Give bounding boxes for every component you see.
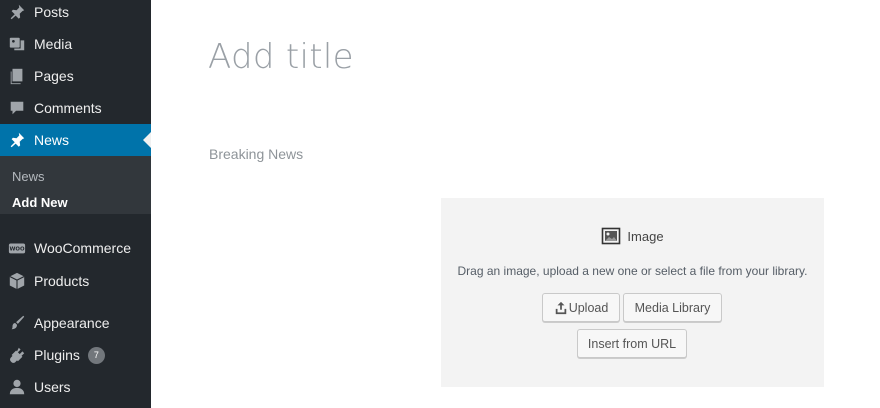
- paragraph-block[interactable]: Breaking News: [209, 146, 303, 162]
- sidebar-item-label: Posts: [34, 4, 70, 20]
- upload-button-label: Upload: [568, 300, 609, 315]
- image-icon: [602, 227, 621, 245]
- sidebar-item-plugins[interactable]: Plugins 7: [0, 339, 151, 371]
- sidebar-item-label: Users: [34, 379, 71, 395]
- plugin-icon: [7, 345, 27, 365]
- sidebar-item-users[interactable]: Users: [0, 371, 151, 403]
- upload-button[interactable]: Upload: [542, 293, 620, 322]
- post-title-input[interactable]: [208, 32, 808, 82]
- sidebar-item-woocommerce[interactable]: WOO WooCommerce: [0, 232, 151, 264]
- sidebar-item-label: Products: [34, 273, 90, 289]
- sidebar-item-label: Pages: [34, 68, 74, 84]
- sidebar-item-pages[interactable]: Pages: [0, 60, 151, 92]
- image-block-placeholder[interactable]: Image Drag an image, upload a new one or…: [441, 198, 824, 387]
- comment-icon: [7, 98, 27, 118]
- sidebar-item-appearance[interactable]: Appearance: [0, 307, 151, 339]
- sidebar-item-label: News: [34, 132, 70, 148]
- image-block-instructions: Drag an image, upload a new one or selec…: [457, 264, 808, 278]
- insert-from-url-button-label: Insert from URL: [587, 336, 677, 351]
- media-library-button[interactable]: Media Library: [623, 293, 722, 322]
- box-icon: [7, 271, 27, 291]
- sidebar-item-label: Media: [34, 36, 73, 52]
- upload-icon: [555, 301, 566, 314]
- image-block-title: Image: [627, 228, 664, 244]
- woocommerce-icon: WOO: [7, 238, 27, 258]
- pushpin-icon: [7, 2, 27, 22]
- svg-text:WOO: WOO: [9, 247, 24, 253]
- update-count-badge: 7: [87, 346, 105, 364]
- sidebar-item-products[interactable]: Products: [0, 265, 151, 297]
- sidebar-item-label: Comments: [34, 100, 102, 116]
- pushpin-icon: [7, 130, 27, 150]
- image-block-label: Image: [441, 226, 824, 246]
- sidebar-item-label: WooCommerce: [34, 240, 131, 256]
- sidebar-item-label: Appearance: [34, 315, 110, 331]
- sidebar-item-posts[interactable]: Posts: [0, 0, 151, 28]
- sidebar-item-news[interactable]: News: [0, 124, 151, 156]
- active-indicator-arrow: [143, 132, 151, 148]
- insert-from-url-button[interactable]: Insert from URL: [577, 329, 687, 358]
- user-icon: [7, 377, 27, 397]
- submenu-item-add-new[interactable]: Add New: [12, 195, 68, 210]
- paintbrush-icon: [7, 313, 27, 333]
- media-library-button-label: Media Library: [634, 300, 711, 315]
- sidebar-item-label: Plugins: [34, 347, 80, 363]
- sidebar-item-comments[interactable]: Comments: [0, 92, 151, 124]
- pages-icon: [7, 66, 27, 86]
- submenu-item-news[interactable]: News: [12, 169, 45, 184]
- media-icon: [7, 34, 27, 54]
- news-submenu: News Add New: [0, 156, 151, 214]
- admin-sidebar: Posts Media Pages Comments News News Add…: [0, 0, 151, 408]
- sidebar-item-media[interactable]: Media: [0, 28, 151, 60]
